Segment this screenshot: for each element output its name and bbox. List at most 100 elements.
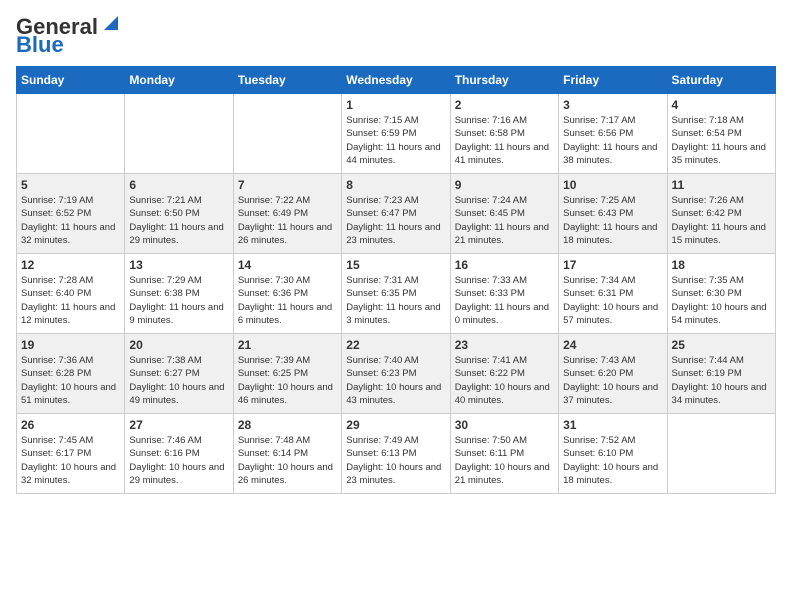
day-info: Sunrise: 7:33 AM Sunset: 6:33 PM Dayligh… (455, 274, 554, 327)
day-info: Sunrise: 7:31 AM Sunset: 6:35 PM Dayligh… (346, 274, 445, 327)
day-info: Sunrise: 7:45 AM Sunset: 6:17 PM Dayligh… (21, 434, 120, 487)
day-info: Sunrise: 7:35 AM Sunset: 6:30 PM Dayligh… (672, 274, 771, 327)
calendar-cell: 28 Sunrise: 7:48 AM Sunset: 6:14 PM Dayli… (233, 414, 341, 494)
day-info: Sunrise: 7:17 AM Sunset: 6:56 PM Dayligh… (563, 114, 662, 167)
calendar-cell: 25Sunrise: 7:44 AM Sunset: 6:19 PM Dayli… (667, 334, 775, 414)
day-number: 22 (346, 338, 445, 352)
day-number: 19 (21, 338, 120, 352)
day-info: Sunrise: 7:25 AM Sunset: 6:43 PM Dayligh… (563, 194, 662, 247)
day-number: 20 (129, 338, 228, 352)
day-number: 31 (563, 418, 662, 432)
day-info: Sunrise: 7:40 AM Sunset: 6:23 PM Dayligh… (346, 354, 445, 407)
day-number: 30 (455, 418, 554, 432)
day-info: Sunrise: 7:21 AM Sunset: 6:50 PM Dayligh… (129, 194, 228, 247)
calendar-cell: 1Sunrise: 7:15 AM Sunset: 6:59 PM Daylig… (342, 94, 450, 174)
calendar-cell (233, 94, 341, 174)
calendar-cell: 10 Sunrise: 7:25 AM Sunset: 6:43 PM Dayli… (559, 174, 667, 254)
day-number: 28 (238, 418, 337, 432)
day-number: 13 (129, 258, 228, 272)
page-header: General Blue (16, 16, 776, 56)
day-number: 18 (672, 258, 771, 272)
day-info: Sunrise: 7:23 AM Sunset: 6:47 PM Dayligh… (346, 194, 445, 247)
calendar-cell: 2Sunrise: 7:16 AM Sunset: 6:58 PM Daylig… (450, 94, 558, 174)
day-number: 12 (21, 258, 120, 272)
calendar-cell: 31 Sunrise: 7:52 AM Sunset: 6:10 PM Dayli… (559, 414, 667, 494)
day-info: Sunrise: 7:22 AM Sunset: 6:49 PM Dayligh… (238, 194, 337, 247)
calendar-cell: 20 Sunrise: 7:38 AM Sunset: 6:27 PM Dayli… (125, 334, 233, 414)
calendar-week-row: 1Sunrise: 7:15 AM Sunset: 6:59 PM Daylig… (17, 94, 776, 174)
day-number: 6 (129, 178, 228, 192)
day-info: Sunrise: 7:49 AM Sunset: 6:13 PM Dayligh… (346, 434, 445, 487)
calendar-cell: 13 Sunrise: 7:29 AM Sunset: 6:38 PM Dayli… (125, 254, 233, 334)
day-number: 29 (346, 418, 445, 432)
day-number: 7 (238, 178, 337, 192)
day-number: 14 (238, 258, 337, 272)
calendar-cell: 14 Sunrise: 7:30 AM Sunset: 6:36 PM Dayli… (233, 254, 341, 334)
day-number: 10 (563, 178, 662, 192)
calendar-week-row: 19Sunrise: 7:36 AM Sunset: 6:28 PM Dayli… (17, 334, 776, 414)
day-number: 23 (455, 338, 554, 352)
calendar-cell: 7 Sunrise: 7:22 AM Sunset: 6:49 PM Daylig… (233, 174, 341, 254)
calendar-cell: 30 Sunrise: 7:50 AM Sunset: 6:11 PM Dayli… (450, 414, 558, 494)
calendar-cell: 18 Sunrise: 7:35 AM Sunset: 6:30 PM Dayli… (667, 254, 775, 334)
day-number: 21 (238, 338, 337, 352)
day-info: Sunrise: 7:29 AM Sunset: 6:38 PM Dayligh… (129, 274, 228, 327)
calendar-cell: 27 Sunrise: 7:46 AM Sunset: 6:16 PM Dayli… (125, 414, 233, 494)
day-info: Sunrise: 7:34 AM Sunset: 6:31 PM Dayligh… (563, 274, 662, 327)
day-info: Sunrise: 7:44 AM Sunset: 6:19 PM Dayligh… (672, 354, 771, 407)
logo-blue: Blue (16, 34, 64, 56)
day-number: 15 (346, 258, 445, 272)
logo-triangle-icon (100, 16, 118, 34)
calendar-week-row: 12 Sunrise: 7:28 AM Sunset: 6:40 PM Dayli… (17, 254, 776, 334)
day-number: 26 (21, 418, 120, 432)
calendar-cell: 3 Sunrise: 7:17 AM Sunset: 6:56 PM Daylig… (559, 94, 667, 174)
weekday-header-row: SundayMondayTuesdayWednesdayThursdayFrid… (17, 67, 776, 94)
calendar-week-row: 5 Sunrise: 7:19 AM Sunset: 6:52 PM Daylig… (17, 174, 776, 254)
day-info: Sunrise: 7:19 AM Sunset: 6:52 PM Dayligh… (21, 194, 120, 247)
day-info: Sunrise: 7:43 AM Sunset: 6:20 PM Dayligh… (563, 354, 662, 407)
day-info: Sunrise: 7:46 AM Sunset: 6:16 PM Dayligh… (129, 434, 228, 487)
calendar-cell: 26 Sunrise: 7:45 AM Sunset: 6:17 PM Dayli… (17, 414, 125, 494)
weekday-header-sunday: Sunday (17, 67, 125, 94)
day-number: 4 (672, 98, 771, 112)
day-number: 27 (129, 418, 228, 432)
weekday-header-wednesday: Wednesday (342, 67, 450, 94)
day-info: Sunrise: 7:50 AM Sunset: 6:11 PM Dayligh… (455, 434, 554, 487)
calendar-cell: 21 Sunrise: 7:39 AM Sunset: 6:25 PM Dayli… (233, 334, 341, 414)
day-info: Sunrise: 7:28 AM Sunset: 6:40 PM Dayligh… (21, 274, 120, 327)
calendar-cell: 16 Sunrise: 7:33 AM Sunset: 6:33 PM Dayli… (450, 254, 558, 334)
calendar-week-row: 26 Sunrise: 7:45 AM Sunset: 6:17 PM Dayli… (17, 414, 776, 494)
day-info: Sunrise: 7:52 AM Sunset: 6:10 PM Dayligh… (563, 434, 662, 487)
day-info: Sunrise: 7:41 AM Sunset: 6:22 PM Dayligh… (455, 354, 554, 407)
day-info: Sunrise: 7:26 AM Sunset: 6:42 PM Dayligh… (672, 194, 771, 247)
weekday-header-friday: Friday (559, 67, 667, 94)
day-info: Sunrise: 7:38 AM Sunset: 6:27 PM Dayligh… (129, 354, 228, 407)
weekday-header-monday: Monday (125, 67, 233, 94)
day-info: Sunrise: 7:48 AM Sunset: 6:14 PM Dayligh… (238, 434, 337, 487)
day-number: 3 (563, 98, 662, 112)
day-info: Sunrise: 7:16 AM Sunset: 6:58 PM Dayligh… (455, 114, 554, 167)
calendar-cell: 15 Sunrise: 7:31 AM Sunset: 6:35 PM Dayli… (342, 254, 450, 334)
calendar-cell: 6 Sunrise: 7:21 AM Sunset: 6:50 PM Daylig… (125, 174, 233, 254)
calendar-cell: 4 Sunrise: 7:18 AM Sunset: 6:54 PM Daylig… (667, 94, 775, 174)
calendar-cell (667, 414, 775, 494)
day-info: Sunrise: 7:24 AM Sunset: 6:45 PM Dayligh… (455, 194, 554, 247)
day-number: 1 (346, 98, 445, 112)
day-number: 17 (563, 258, 662, 272)
day-number: 24 (563, 338, 662, 352)
weekday-header-thursday: Thursday (450, 67, 558, 94)
day-info: Sunrise: 7:30 AM Sunset: 6:36 PM Dayligh… (238, 274, 337, 327)
day-info: Sunrise: 7:39 AM Sunset: 6:25 PM Dayligh… (238, 354, 337, 407)
calendar-cell: 11 Sunrise: 7:26 AM Sunset: 6:42 PM Dayli… (667, 174, 775, 254)
calendar-cell: 22 Sunrise: 7:40 AM Sunset: 6:23 PM Dayli… (342, 334, 450, 414)
day-number: 9 (455, 178, 554, 192)
day-info: Sunrise: 7:18 AM Sunset: 6:54 PM Dayligh… (672, 114, 771, 167)
calendar-cell: 23 Sunrise: 7:41 AM Sunset: 6:22 PM Dayli… (450, 334, 558, 414)
calendar-cell: 5 Sunrise: 7:19 AM Sunset: 6:52 PM Daylig… (17, 174, 125, 254)
day-number: 16 (455, 258, 554, 272)
day-number: 5 (21, 178, 120, 192)
day-number: 11 (672, 178, 771, 192)
logo: General Blue (16, 16, 118, 56)
calendar-cell: 29 Sunrise: 7:49 AM Sunset: 6:13 PM Dayli… (342, 414, 450, 494)
calendar-cell: 17 Sunrise: 7:34 AM Sunset: 6:31 PM Dayli… (559, 254, 667, 334)
